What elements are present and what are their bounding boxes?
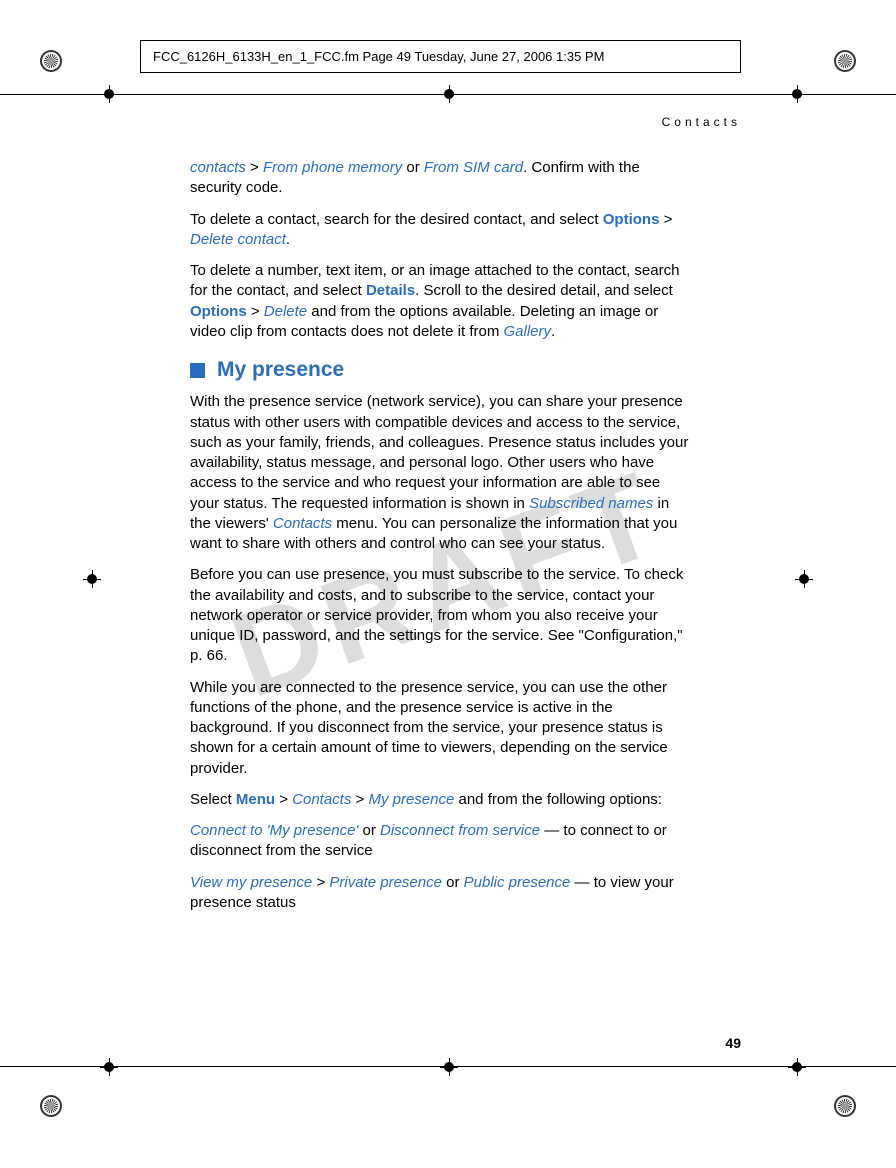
crop-mark-icon bbox=[440, 1058, 458, 1076]
text-run: . Scroll to the desired detail, and sele… bbox=[415, 282, 673, 299]
heading-text: My presence bbox=[217, 356, 344, 384]
text-run: > bbox=[275, 791, 292, 808]
header-metadata: FCC_6126H_6133H_en_1_FCC.fm Page 49 Tues… bbox=[140, 40, 741, 73]
page-number: 49 bbox=[725, 1035, 741, 1051]
menu-path-item: Subscribed names bbox=[529, 495, 653, 512]
body-content: contacts > From phone memory or From SIM… bbox=[190, 158, 690, 924]
softkey-label: Options bbox=[603, 211, 660, 228]
softkey-label: Options bbox=[190, 303, 247, 320]
registration-mark-icon bbox=[834, 50, 856, 72]
menu-path-item: Disconnect from service bbox=[380, 822, 540, 839]
menu-path-item: Public presence bbox=[464, 874, 571, 891]
menu-path-item: Gallery bbox=[503, 323, 551, 340]
crop-mark-icon bbox=[83, 570, 101, 588]
crop-mark-icon bbox=[795, 570, 813, 588]
menu-path-item: Private presence bbox=[329, 874, 442, 891]
paragraph: To delete a number, text item, or an ima… bbox=[190, 261, 690, 342]
menu-path-item: Contacts bbox=[273, 515, 332, 532]
square-bullet-icon bbox=[190, 363, 205, 378]
crop-mark-icon bbox=[100, 85, 118, 103]
paragraph: While you are connected to the presence … bbox=[190, 678, 690, 779]
paragraph: View my presence > Private presence or P… bbox=[190, 873, 690, 914]
text-run: > bbox=[312, 874, 329, 891]
menu-path-item: Delete bbox=[264, 303, 307, 320]
softkey-label: Details bbox=[366, 282, 415, 299]
menu-path-item: My presence bbox=[368, 791, 454, 808]
crop-mark-icon bbox=[440, 85, 458, 103]
menu-path-item: From SIM card bbox=[424, 159, 523, 176]
paragraph: Select Menu > Contacts > My presence and… bbox=[190, 790, 690, 810]
text-run: Select bbox=[190, 791, 236, 808]
crop-mark-icon bbox=[788, 1058, 806, 1076]
text-run: . bbox=[551, 323, 555, 340]
menu-path-item: Connect to 'My presence' bbox=[190, 822, 358, 839]
paragraph: Connect to 'My presence' or Disconnect f… bbox=[190, 821, 690, 862]
text-run: or bbox=[358, 822, 380, 839]
text-run: To delete a contact, search for the desi… bbox=[190, 211, 603, 228]
crop-mark-icon bbox=[100, 1058, 118, 1076]
text-run: > bbox=[246, 159, 263, 176]
menu-path-item: View my presence bbox=[190, 874, 312, 891]
text-run: > bbox=[659, 211, 672, 228]
menu-path-item: From phone memory bbox=[263, 159, 402, 176]
registration-mark-icon bbox=[40, 1095, 62, 1117]
paragraph: contacts > From phone memory or From SIM… bbox=[190, 158, 690, 199]
registration-mark-icon bbox=[40, 50, 62, 72]
menu-path-item: contacts bbox=[190, 159, 246, 176]
text-run: . bbox=[286, 231, 290, 248]
paragraph: With the presence service (network servi… bbox=[190, 392, 690, 554]
text-run: or bbox=[442, 874, 464, 891]
section-heading: My presence bbox=[190, 356, 690, 384]
registration-mark-icon bbox=[834, 1095, 856, 1117]
paragraph: Before you can use presence, you must su… bbox=[190, 565, 690, 666]
softkey-label: Menu bbox=[236, 791, 275, 808]
running-header: Contacts bbox=[662, 115, 741, 129]
text-run: > bbox=[247, 303, 264, 320]
text-run: and from the following options: bbox=[454, 791, 662, 808]
menu-path-item: Delete contact bbox=[190, 231, 286, 248]
menu-path-item: Contacts bbox=[292, 791, 351, 808]
text-run: > bbox=[351, 791, 368, 808]
crop-mark-icon bbox=[788, 85, 806, 103]
paragraph: To delete a contact, search for the desi… bbox=[190, 210, 690, 251]
text-run: or bbox=[402, 159, 424, 176]
